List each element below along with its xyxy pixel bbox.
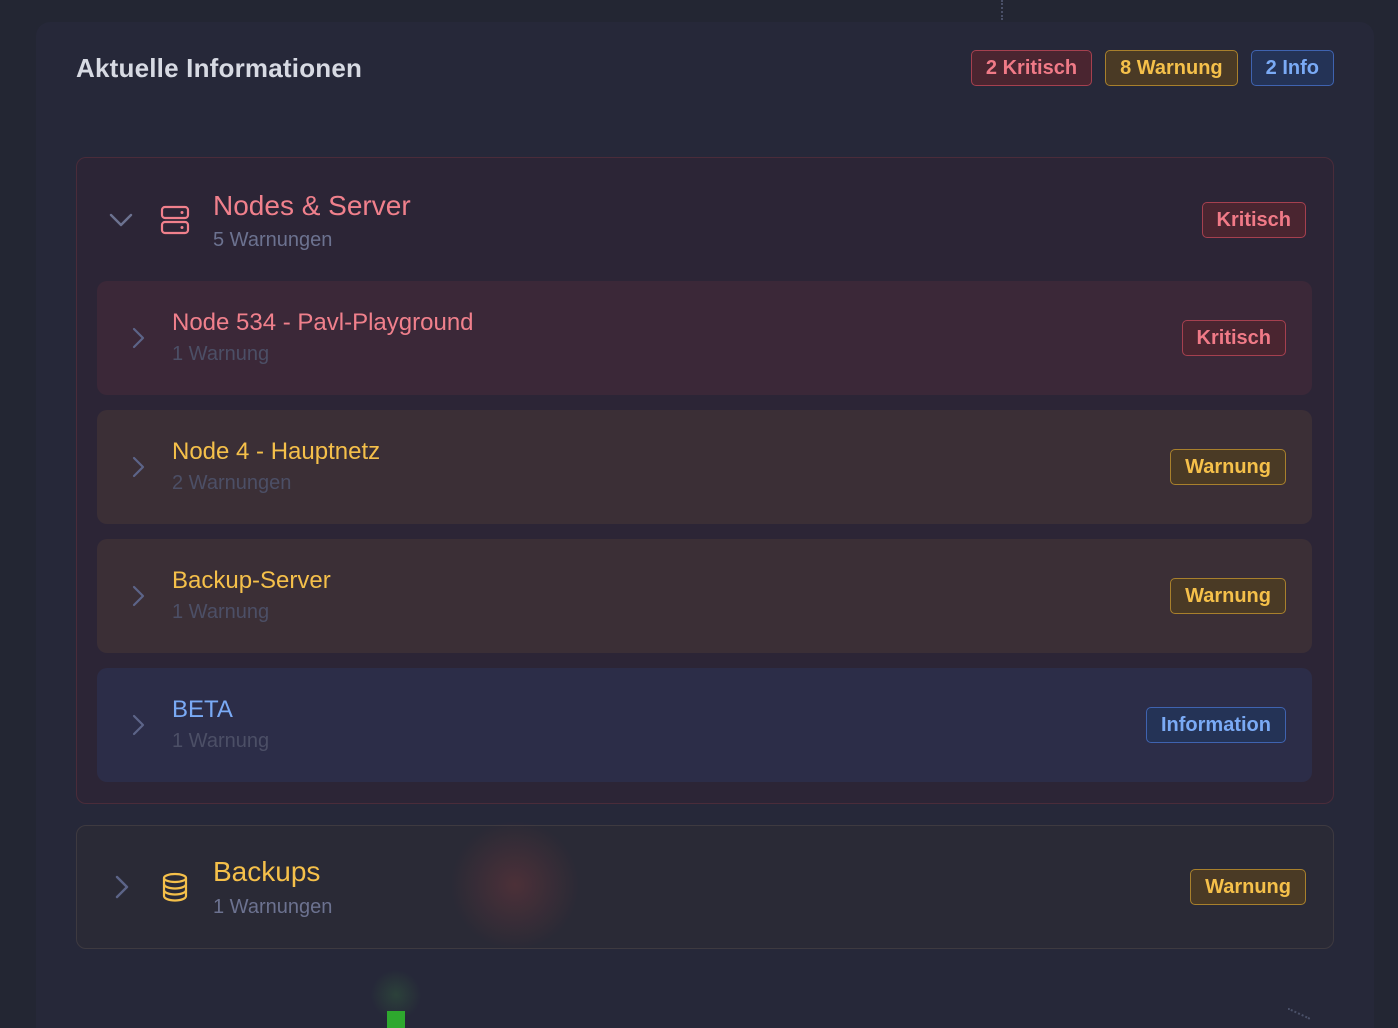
background-dots bbox=[1001, 0, 1005, 20]
status-badge: Kritisch bbox=[1201, 202, 1306, 238]
group-subtitle: 1 Warnungen bbox=[213, 896, 333, 918]
group-nodes-server: Nodes & Server 5 Warnungen Kritisch Node… bbox=[76, 157, 1334, 804]
alerts-panel: Aktuelle Informationen 2 Kritisch 8 Warn… bbox=[36, 22, 1374, 1028]
chevron-right-icon[interactable] bbox=[124, 711, 152, 739]
chevron-right-icon[interactable] bbox=[107, 873, 135, 901]
status-indicator bbox=[387, 1011, 405, 1028]
item-title: Backup-Server bbox=[172, 567, 331, 594]
list-item-backup-server[interactable]: Backup-Server 1 Warnung Warnung bbox=[97, 539, 1312, 653]
item-subtitle: 2 Warnungen bbox=[172, 472, 292, 494]
severity-counts: 2 Kritisch 8 Warnung 2 Info bbox=[970, 50, 1334, 86]
item-subtitle: 1 Warnung bbox=[172, 343, 270, 365]
info-count-badge[interactable]: 2 Info bbox=[1250, 50, 1334, 86]
item-title: BETA bbox=[172, 696, 233, 723]
item-title: Node 4 - Hauptnetz bbox=[172, 438, 381, 465]
group-subtitle: 5 Warnungen bbox=[213, 229, 333, 251]
list-item-node-4[interactable]: Node 4 - Hauptnetz 2 Warnungen Warnung bbox=[97, 410, 1312, 524]
group-title: Backups bbox=[213, 856, 321, 887]
server-icon bbox=[159, 204, 191, 236]
status-badge: Warnung bbox=[1170, 449, 1286, 485]
item-subtitle: 1 Warnung bbox=[172, 730, 270, 752]
group-backups[interactable]: Backups 1 Warnungen Warnung bbox=[76, 825, 1334, 949]
database-icon bbox=[159, 871, 191, 903]
status-badge: Warnung bbox=[1190, 869, 1306, 905]
chevron-right-icon[interactable] bbox=[124, 582, 152, 610]
chevron-right-icon[interactable] bbox=[124, 324, 152, 352]
status-badge: Information bbox=[1146, 707, 1286, 743]
chevron-down-icon[interactable] bbox=[107, 206, 135, 234]
panel-title: Aktuelle Informationen bbox=[76, 52, 363, 83]
warning-count-badge[interactable]: 8 Warnung bbox=[1105, 50, 1238, 86]
group-title: Nodes & Server bbox=[213, 190, 411, 221]
panel-header: Aktuelle Informationen 2 Kritisch 8 Warn… bbox=[76, 50, 1334, 86]
group-header-nodes-server[interactable]: Nodes & Server 5 Warnungen Kritisch bbox=[77, 158, 1333, 280]
status-badge: Warnung bbox=[1170, 578, 1286, 614]
list-item-beta[interactable]: BETA 1 Warnung Information bbox=[97, 668, 1312, 782]
item-title: Node 534 - Pavl-Playground bbox=[172, 309, 474, 336]
list-item-node-534[interactable]: Node 534 - Pavl-Playground 1 Warnung Kri… bbox=[97, 281, 1312, 395]
critical-count-badge[interactable]: 2 Kritisch bbox=[970, 50, 1093, 86]
status-badge: Kritisch bbox=[1181, 320, 1286, 356]
item-subtitle: 1 Warnung bbox=[172, 601, 270, 623]
chevron-right-icon[interactable] bbox=[124, 453, 152, 481]
